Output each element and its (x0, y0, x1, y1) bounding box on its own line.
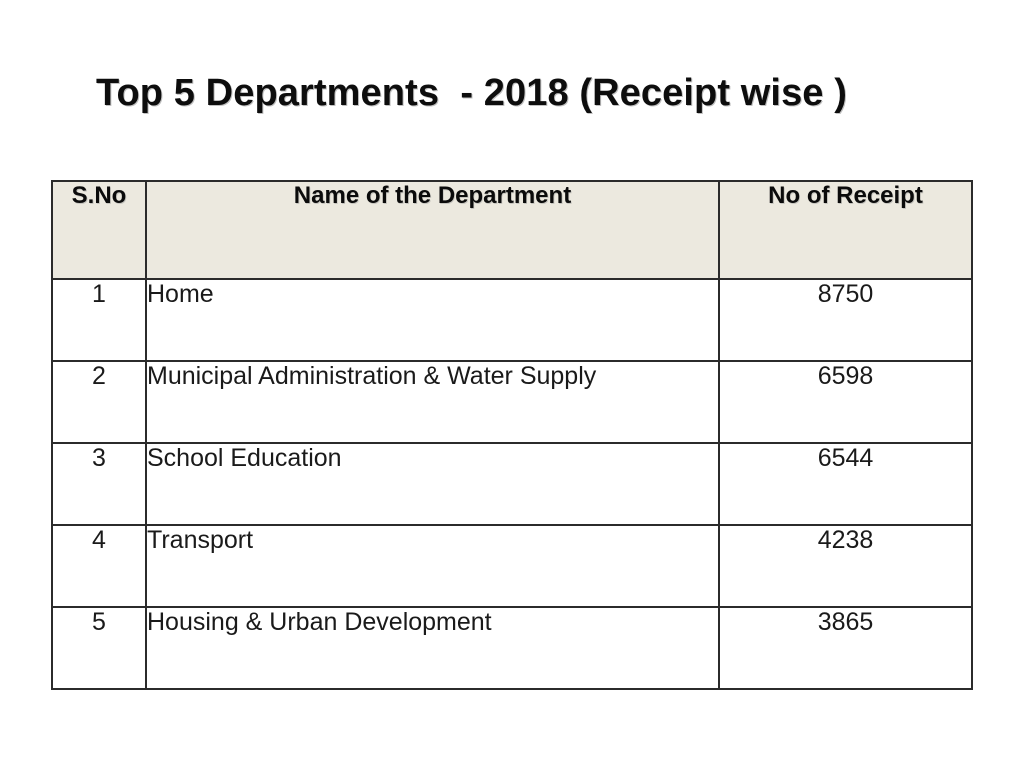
cell-sno: 5 (51, 606, 147, 690)
column-header-sno: S.No (51, 180, 147, 280)
column-header-department-name: Name of the Department (145, 180, 720, 280)
table-body: 1 Home 8750 2 Municipal Administration &… (51, 278, 973, 690)
table-row: 1 Home 8750 (51, 278, 973, 362)
cell-no-of-receipt: 8750 (718, 278, 973, 362)
cell-sno: 4 (51, 524, 147, 608)
table-row: 2 Municipal Administration & Water Suppl… (51, 360, 973, 444)
cell-department-name: Municipal Administration & Water Supply (145, 360, 720, 444)
cell-sno: 1 (51, 278, 147, 362)
cell-no-of-receipt: 6598 (718, 360, 973, 444)
departments-table-container: S.No Name of the Department No of Receip… (51, 180, 973, 690)
cell-department-name: Home (145, 278, 720, 362)
cell-department-name: School Education (145, 442, 720, 526)
table-row: 4 Transport 4238 (51, 524, 973, 608)
table-row: 5 Housing & Urban Development 3865 (51, 606, 973, 690)
table-header: S.No Name of the Department No of Receip… (51, 180, 973, 280)
cell-department-name: Housing & Urban Development (145, 606, 720, 690)
cell-no-of-receipt: 3865 (718, 606, 973, 690)
cell-no-of-receipt: 6544 (718, 442, 973, 526)
cell-department-name: Transport (145, 524, 720, 608)
cell-sno: 3 (51, 442, 147, 526)
table-row: 3 School Education 6544 (51, 442, 973, 526)
page-title: Top 5 Departments - 2018 (Receipt wise ) (96, 72, 847, 114)
cell-sno: 2 (51, 360, 147, 444)
cell-no-of-receipt: 4238 (718, 524, 973, 608)
column-header-no-of-receipt: No of Receipt (718, 180, 973, 280)
departments-table: S.No Name of the Department No of Receip… (51, 180, 973, 690)
table-header-row: S.No Name of the Department No of Receip… (51, 180, 973, 280)
